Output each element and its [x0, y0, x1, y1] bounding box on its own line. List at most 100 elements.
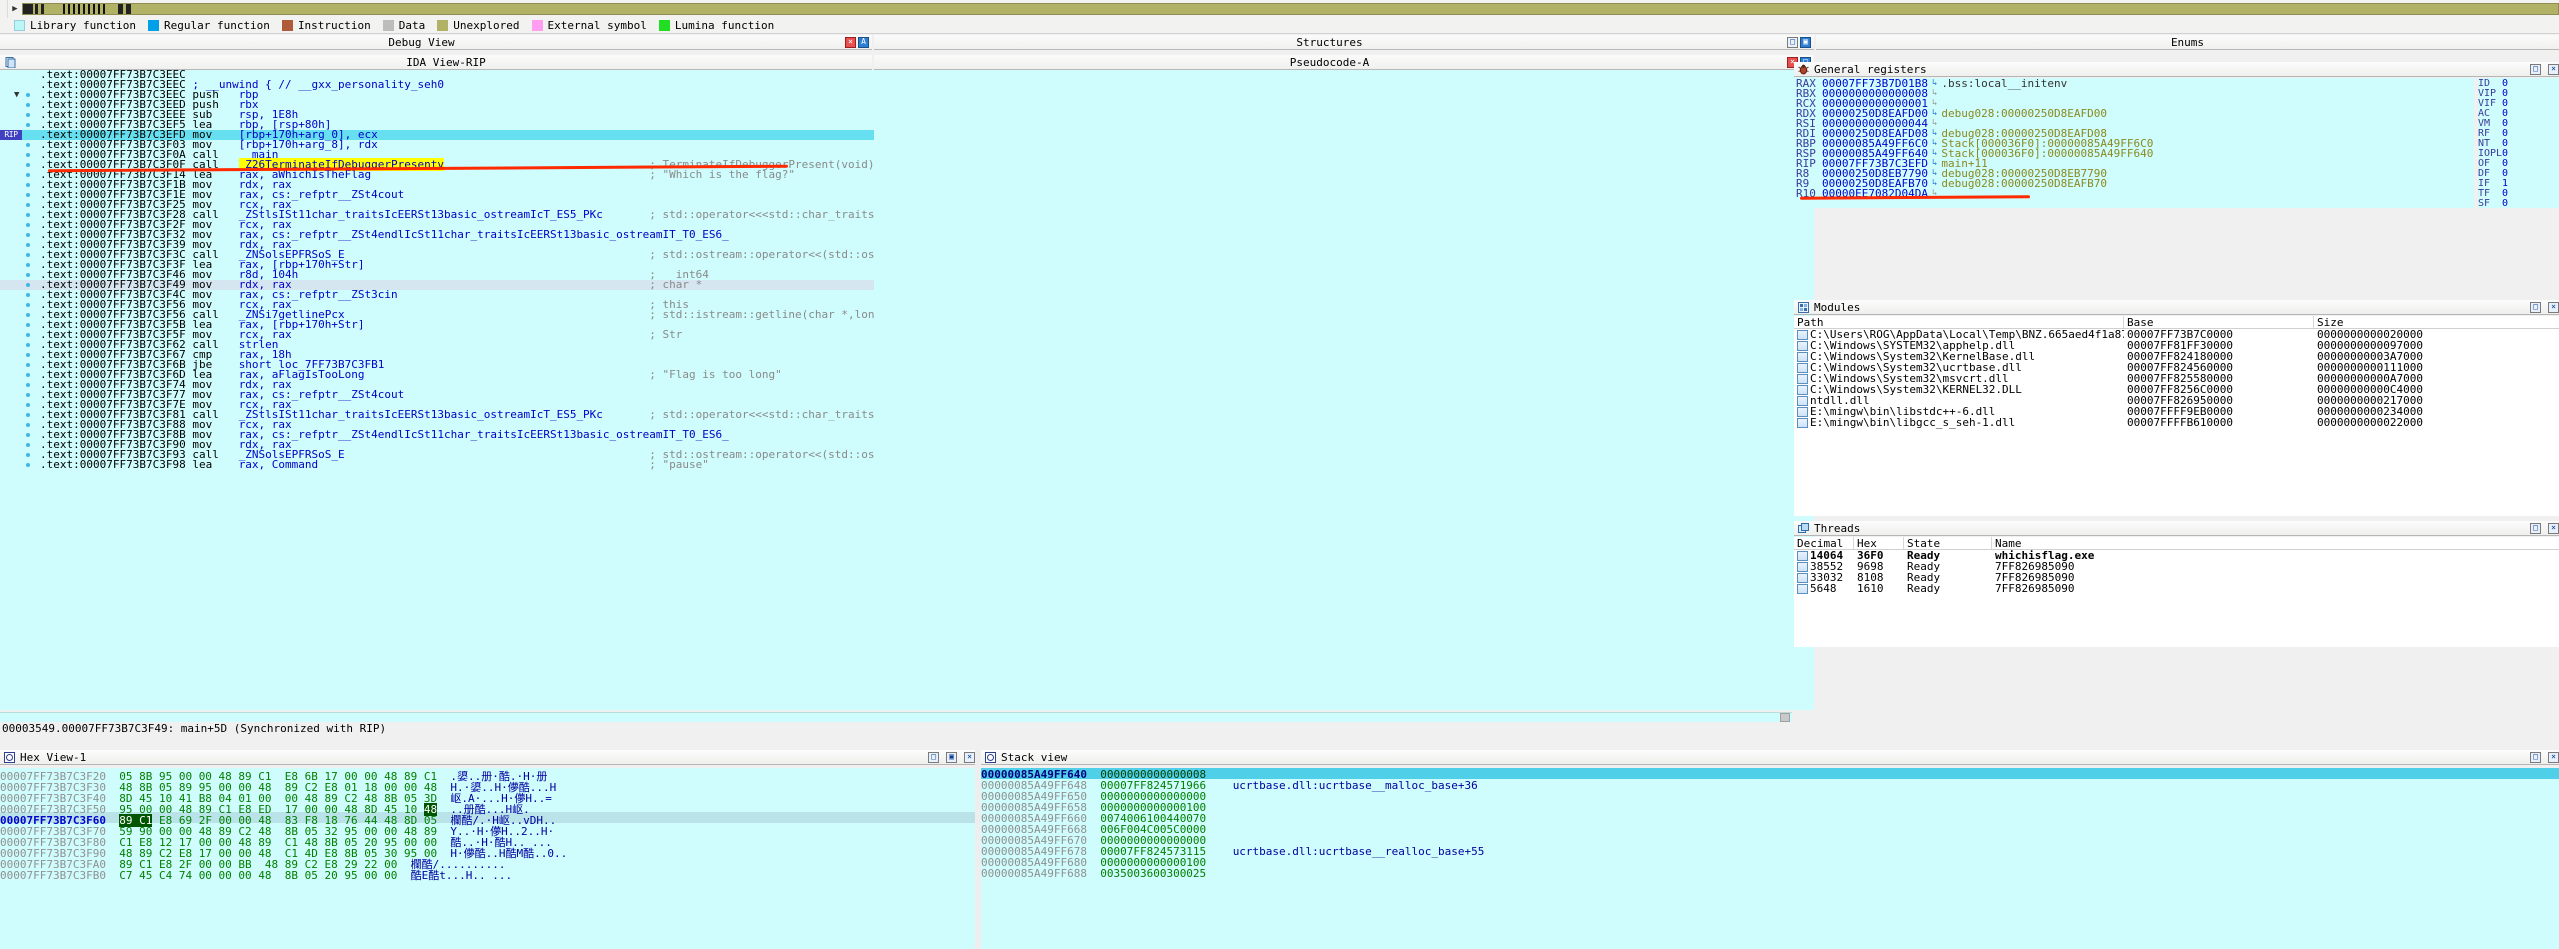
- cpu-flag-value[interactable]: 0: [2502, 78, 2508, 89]
- cpu-flag-row[interactable]: VIF 0: [2478, 98, 2559, 109]
- tabbar-enums[interactable]: Enums: [1816, 35, 2559, 50]
- hex-row[interactable]: 00007FF73B7C3F20 05 8B 95 00 00 48 89 C1…: [0, 768, 975, 783]
- cpu-flag-value[interactable]: 1: [2502, 178, 2508, 189]
- hex-row[interactable]: 00007FF73B7C3F30 48 8B 05 89 95 00 00 48…: [0, 779, 975, 794]
- hex-rows[interactable]: 00007FF73B7C3F20 05 8B 95 00 00 48 89 C1…: [0, 768, 975, 882]
- breakpoint-dot-icon[interactable]: [26, 263, 30, 267]
- general-registers-values[interactable]: RAX 00007FF73B7D01B8 ↳ .bss:local__initenv R…: [1794, 78, 2474, 208]
- cpu-flags[interactable]: ID 0 VIP 0 VIF 0 AC 0 VM 0 RF 0 NT 0 IOPL 0 OF 0 DF 0 IF 1 TF 0…: [2478, 78, 2559, 209]
- breakpoint-dot-icon[interactable]: [26, 143, 30, 147]
- close-icon-threads[interactable]: ×: [2548, 522, 2559, 534]
- breakpoint-dot-icon[interactable]: [26, 363, 30, 367]
- breakpoint-dot-icon[interactable]: [26, 433, 30, 437]
- breakpoint-dot-icon[interactable]: [26, 203, 30, 207]
- hex-row[interactable]: 00007FF73B7C3F70 59 90 00 00 48 89 C2 48…: [0, 823, 975, 838]
- follow-arrow-icon[interactable]: ↳: [1932, 88, 1937, 98]
- breakpoint-dot-icon[interactable]: [26, 173, 30, 177]
- follow-arrow-icon[interactable]: ↳: [1932, 118, 1937, 128]
- tabbar-ida-view[interactable]: IDA View-RIP: [0, 55, 872, 70]
- breakpoint-dot-icon[interactable]: [26, 213, 30, 217]
- restore-icon-debug-view[interactable]: A: [858, 36, 869, 48]
- cpu-flag-row[interactable]: DF 0: [2478, 168, 2559, 179]
- breakpoint-dot-icon[interactable]: [26, 103, 30, 107]
- maximize-icon-hex[interactable]: ▣: [946, 751, 957, 763]
- stack-row[interactable]: 00000085A49FF670 0000000000000000: [981, 834, 2559, 847]
- stack-row[interactable]: 00000085A49FF648 00007FF824571966 ucrtba…: [981, 779, 2559, 792]
- breakpoint-dot-icon[interactable]: [26, 373, 30, 377]
- breakpoint-dot-icon[interactable]: [26, 183, 30, 187]
- cpu-flag-value[interactable]: 0: [2502, 88, 2508, 99]
- stack-row[interactable]: 00000085A49FF668 006F004C005C0000: [981, 823, 2559, 836]
- navigator-grip[interactable]: [0, 0, 8, 18]
- restore-icon-structures[interactable]: □: [1787, 36, 1798, 48]
- breakpoint-dot-icon[interactable]: [26, 153, 30, 157]
- threads-rows[interactable]: 14064 36F0 Ready whichisflag.exe 38552 9698 Re…: [1794, 549, 2559, 595]
- hex-view-content[interactable]: 00007FF73B7C3F20 05 8B 95 00 00 48 89 C1…: [0, 768, 975, 949]
- play-icon[interactable]: ▶: [8, 0, 22, 18]
- follow-arrow-icon[interactable]: ↳: [1932, 108, 1937, 118]
- close-icon-debug-view[interactable]: ×: [845, 36, 856, 48]
- breakpoint-dot-icon[interactable]: [26, 413, 30, 417]
- breakpoint-dot-icon[interactable]: [26, 353, 30, 357]
- cpu-flag-row[interactable]: AC 0: [2478, 108, 2559, 119]
- hex-row[interactable]: 00007FF73B7C3F60 89 C1 E8 69 2F 00 00 48…: [0, 812, 975, 827]
- close-icon-stack[interactable]: ×: [2548, 751, 2559, 763]
- close-icon-hex[interactable]: ×: [964, 751, 975, 763]
- restore-icon-registers[interactable]: □: [2530, 63, 2541, 75]
- stack-rows[interactable]: 00000085A49FF640 0000000000000008 0000008…: [981, 768, 2559, 880]
- breakpoint-dot-icon[interactable]: [26, 443, 30, 447]
- modules-col-size[interactable]: Size: [2314, 316, 2554, 329]
- cpu-flag-row[interactable]: NT 0: [2478, 138, 2559, 149]
- table-row[interactable]: 5648 1610 Ready 7FF826985090: [1794, 582, 2559, 595]
- cpu-flag-value[interactable]: 0: [2502, 98, 2508, 109]
- cpu-flag-value[interactable]: 0: [2502, 128, 2508, 139]
- breakpoint-dot-icon[interactable]: [26, 293, 30, 297]
- stack-row[interactable]: 00000085A49FF678 00007FF824573115 ucrtba…: [981, 845, 2559, 858]
- cpu-flag-value[interactable]: 0: [2502, 138, 2508, 149]
- flag-rows[interactable]: ID 0 VIP 0 VIF 0 AC 0 VM 0 RF 0 NT 0 IOPL 0 OF 0 DF 0 IF 1 TF 0…: [2478, 78, 2559, 209]
- follow-arrow-icon[interactable]: ↳: [1932, 148, 1937, 158]
- breakpoint-dot-icon[interactable]: [26, 253, 30, 257]
- breakpoint-dot-icon[interactable]: [26, 423, 30, 427]
- breakpoint-dot-icon[interactable]: [26, 393, 30, 397]
- tab-enums[interactable]: Enums: [1816, 36, 2559, 49]
- tabbar-buttons-mid[interactable]: □ ▣: [1785, 36, 1814, 48]
- cpu-flag-row[interactable]: IF 1: [2478, 178, 2559, 189]
- modules-col-path[interactable]: Path: [1794, 316, 2124, 329]
- threads-col-name[interactable]: Name: [1992, 537, 2552, 550]
- cpu-flag-row[interactable]: RF 0: [2478, 128, 2559, 139]
- threads-col-hex[interactable]: Hex: [1854, 537, 1904, 550]
- breakpoint-dot-icon[interactable]: [26, 93, 30, 97]
- follow-arrow-icon[interactable]: ↳: [1932, 178, 1937, 188]
- breakpoint-dot-icon[interactable]: [26, 223, 30, 227]
- tabbar-pseudocode[interactable]: Pseudocode-A × □: [874, 55, 1814, 70]
- modules-table[interactable]: Path Base Size C:\Users\ROG\AppData\Loca…: [1794, 316, 2559, 516]
- threads-col-state[interactable]: State: [1904, 537, 1992, 550]
- cpu-flag-row[interactable]: TF 0: [2478, 188, 2559, 199]
- navigator-band[interactable]: ▶: [0, 0, 2559, 18]
- breakpoint-dot-icon[interactable]: [26, 123, 30, 127]
- stack-row[interactable]: 00000085A49FF688 0035003600300025: [981, 867, 2559, 880]
- cpu-flag-value[interactable]: 0: [2502, 148, 2508, 159]
- tab-structures[interactable]: Structures: [874, 36, 1785, 49]
- cpu-flag-value[interactable]: 0: [2502, 108, 2508, 119]
- breakpoint-dot-icon[interactable]: [26, 403, 30, 407]
- hex-row[interactable]: 00007FF73B7C3F80 C1 E8 12 17 00 00 48 89…: [0, 834, 975, 849]
- breakpoint-dot-icon[interactable]: [26, 463, 30, 467]
- follow-arrow-icon[interactable]: ↳: [1932, 98, 1937, 108]
- breakpoint-dot-icon[interactable]: [26, 303, 30, 307]
- pseudocode-view[interactable]: [874, 70, 1814, 710]
- follow-arrow-icon[interactable]: ↳: [1932, 158, 1937, 168]
- breakpoint-dot-icon[interactable]: [26, 283, 30, 287]
- cpu-flag-value[interactable]: 0: [2502, 118, 2508, 129]
- breakpoint-dot-icon[interactable]: [26, 163, 30, 167]
- cpu-flag-row[interactable]: VM 0: [2478, 118, 2559, 129]
- modules-col-base[interactable]: Base: [2124, 316, 2314, 329]
- cpu-flag-value[interactable]: 0: [2502, 158, 2508, 169]
- cpu-flag-value[interactable]: 0: [2502, 198, 2508, 209]
- stack-row[interactable]: 00000085A49FF640 0000000000000008: [981, 768, 2559, 781]
- hex-row[interactable]: 00007FF73B7C3F50 95 00 00 48 89 C1 E8 ED…: [0, 801, 975, 816]
- follow-arrow-icon[interactable]: ↳: [1932, 168, 1937, 178]
- cpu-flag-row[interactable]: OF 0: [2478, 158, 2559, 169]
- breakpoint-dot-icon[interactable]: [26, 233, 30, 237]
